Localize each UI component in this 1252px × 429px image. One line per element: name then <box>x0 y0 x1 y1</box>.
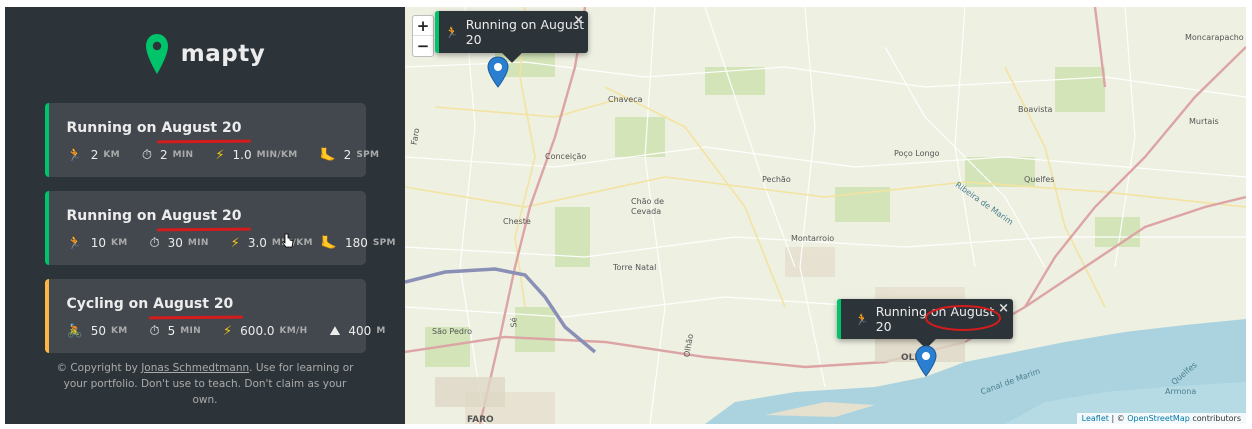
popup-close-button[interactable]: × <box>573 13 584 28</box>
map-marker-icon[interactable] <box>487 56 509 88</box>
duration-detail: ⏱ 5 MIN <box>149 323 202 339</box>
workout-title: Running on August 20 <box>66 208 252 232</box>
workout-title: Cycling on August 20 <box>66 296 244 320</box>
red-circle-annotation <box>925 305 1001 331</box>
cadence-detail: 🦶 180 SPM <box>320 235 396 251</box>
footprint-icon: 🦶 <box>319 147 336 163</box>
map-label: Boavista <box>1018 105 1053 114</box>
zoom-out-button[interactable]: − <box>413 36 433 56</box>
popup-text: Running on August 20 <box>465 17 585 47</box>
workout-title-prefix: Running on <box>66 120 162 136</box>
runner-icon: 🏃 <box>855 312 869 326</box>
elevation-detail: ⛰ 400 M <box>329 323 386 339</box>
cyclist-icon: 🚴 <box>66 323 83 339</box>
workout-card-running[interactable]: Running on August 20 🏃10KM ⏱30MIN ⚡3.0MI… <box>44 191 396 265</box>
hand-cursor-icon <box>282 233 294 248</box>
map-label: Montarroio <box>791 234 835 243</box>
pace-detail: ⚡ 1.0 MIN/KM <box>215 147 298 163</box>
stopwatch-icon: ⏱ <box>149 323 160 339</box>
workout-title-prefix: Running on <box>66 208 162 224</box>
stopwatch-icon: ⏱ <box>141 147 152 163</box>
red-underline-annotation <box>149 315 244 320</box>
map-label: Cevada <box>631 207 662 216</box>
workout-title-date: August 20 <box>149 296 244 320</box>
logo: mapty <box>145 33 265 75</box>
map-label: Pechão <box>762 175 791 184</box>
map-label: Sé <box>509 317 519 328</box>
lightning-icon: ⚡ <box>230 235 240 251</box>
map[interactable]: Chaveca Conceição Faro Chão de Cevada Pe… <box>405 7 1246 424</box>
workout-title-date: August 20 <box>157 120 252 144</box>
zoom-in-button[interactable]: + <box>413 16 433 36</box>
red-underline-annotation <box>157 139 252 144</box>
workout-title: Running on August 20 <box>66 120 252 144</box>
workout-list: Running on August 20 🏃 2 KM ⏱ 2 MIN ⚡ 1.0 MIN/… <box>44 103 396 353</box>
speed-detail: ⚡ 600.0 KM/H <box>223 323 308 339</box>
pace-detail: ⚡3.0MIN/KM <box>230 235 313 251</box>
workout-details: 🚴 50 KM ⏱ 5 MIN ⚡ 600.0 KM/H ⛰ 400 M <box>66 323 386 339</box>
copyright-text: © Copyright by Jonas Schmedtmann. Use fo… <box>56 362 354 406</box>
map-label: Torre Natal <box>613 263 657 272</box>
map-label: Armona <box>1165 387 1197 396</box>
workout-popup[interactable]: 🏃 Running on August 20 × <box>837 299 1013 349</box>
zoom-control: + − <box>412 15 434 57</box>
cadence-detail: 🦶 2 SPM <box>319 147 380 163</box>
workout-title-prefix: Cycling on <box>66 296 154 312</box>
map-label: FARO <box>467 415 494 424</box>
distance-detail: 🏃 2 KM <box>66 147 120 163</box>
workout-details: 🏃 2 KM ⏱ 2 MIN ⚡ 1.0 MIN/KM 🦶 2 SPM <box>66 147 379 163</box>
runner-icon: 🏃 <box>445 25 459 39</box>
mountain-icon: ⛰ <box>329 323 341 339</box>
sidebar: mapty Running on August 20 🏃 2 KM ⏱ 2 MIN ⚡ 1… <box>5 7 405 424</box>
map-label: São Pedro <box>432 327 472 336</box>
workout-card-running[interactable]: Running on August 20 🏃 2 KM ⏱ 2 MIN ⚡ 1.0 MIN/… <box>44 103 379 177</box>
map-marker-icon[interactable] <box>915 345 937 377</box>
map-label: Cheste <box>503 217 531 226</box>
workout-popup[interactable]: 🏃 Running on August 20 × <box>435 11 588 63</box>
logo-text: mapty <box>180 41 266 67</box>
map-label: Poço Longo <box>894 149 940 158</box>
map-attribution: Leaflet | © OpenStreetMap contributors <box>1076 413 1246 424</box>
workout-title-date: August 20 <box>157 208 252 232</box>
duration-detail: ⏱ 30 MIN <box>149 235 209 251</box>
map-label: Quelfes <box>1024 175 1055 184</box>
app-window: mapty Running on August 20 🏃 2 KM ⏱ 2 MIN ⚡ 1… <box>5 7 1246 424</box>
runner-icon: 🏃 <box>66 235 83 251</box>
map-label: Murtais <box>1189 117 1219 126</box>
workout-details: 🏃10KM ⏱30MIN ⚡3.0MIN/KM 🦶180SPM <box>66 235 396 251</box>
distance-detail: 🚴 50 KM <box>66 323 128 339</box>
map-tiles <box>405 7 1246 424</box>
lightning-icon: ⚡ <box>215 147 225 163</box>
lightning-icon: ⚡ <box>223 323 233 339</box>
runner-icon: 🏃 <box>66 147 83 163</box>
map-label: Chaveca <box>608 95 643 104</box>
distance-detail: 🏃 10 KM <box>66 235 128 251</box>
workout-card-cycling[interactable]: Cycling on August 20 🚴 50 KM ⏱ 5 MIN ⚡ 600.0 K… <box>44 279 386 353</box>
leaflet-link[interactable]: Leaflet <box>1082 414 1109 423</box>
map-label: Moncarapacho <box>1185 33 1244 42</box>
osm-link[interactable]: OpenStreetMap <box>1127 414 1190 423</box>
footprint-icon: 🦶 <box>320 235 337 251</box>
map-label: Conceição <box>545 152 587 161</box>
map-pin-icon <box>145 34 168 74</box>
author-link[interactable]: Jonas Schmedtmann <box>141 362 249 374</box>
stopwatch-icon: ⏱ <box>149 235 160 251</box>
map-label: Chão de <box>631 197 664 206</box>
duration-detail: ⏱ 2 MIN <box>141 147 194 163</box>
red-underline-annotation <box>157 227 252 232</box>
